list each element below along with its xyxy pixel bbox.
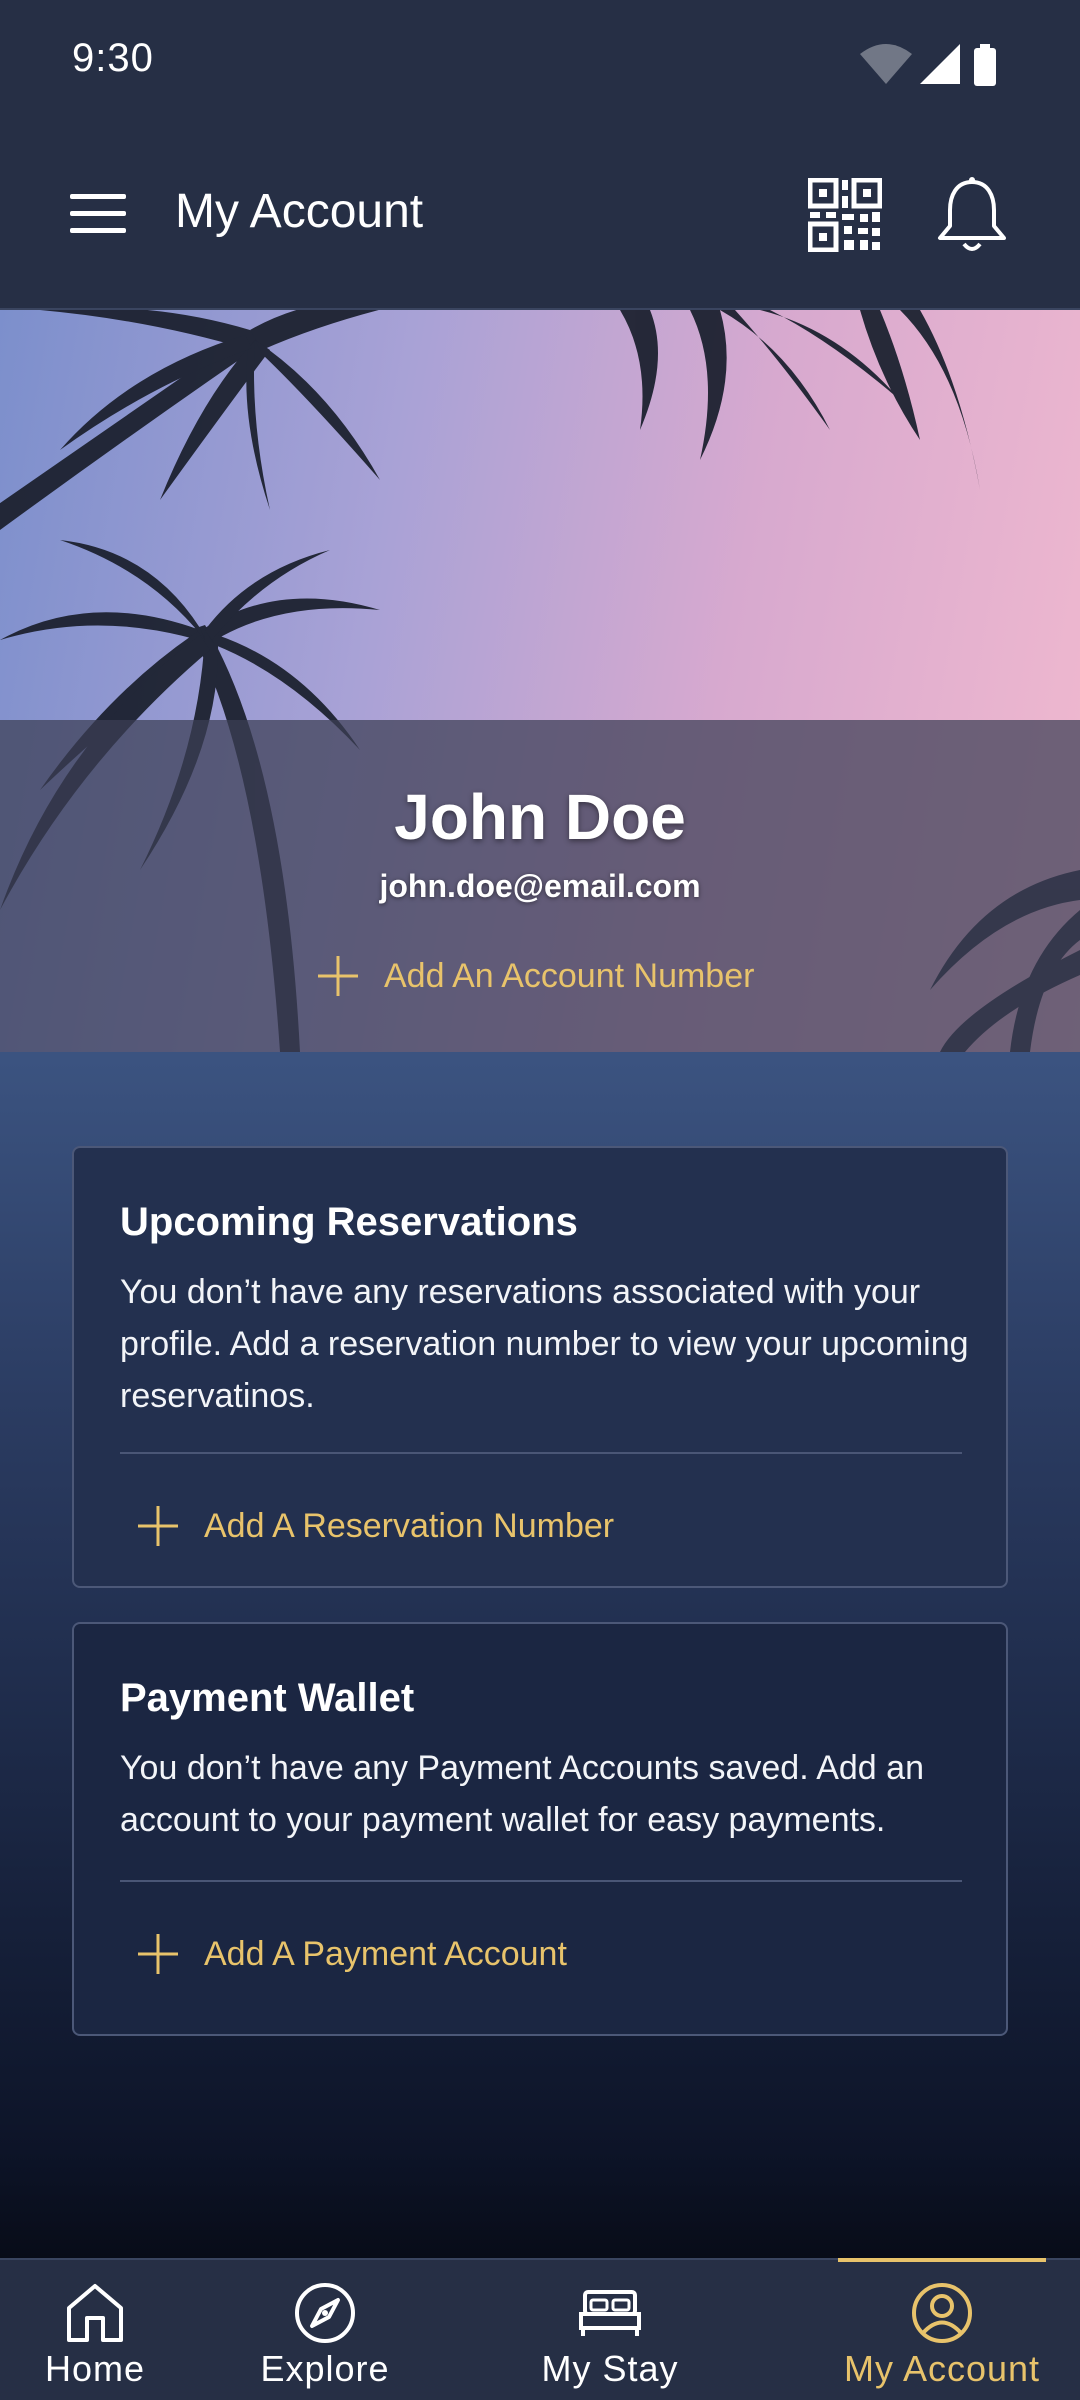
home-icon <box>67 2284 123 2342</box>
add-account-number-label: Add An Account Number <box>384 956 755 995</box>
nav-my-stay-label: My Stay <box>541 2348 679 2389</box>
add-reservation-number-button[interactable]: Add A Reservation Number <box>136 1496 614 1556</box>
reservations-title: Upcoming Reservations <box>120 1200 578 1244</box>
status-bar: 9:30 <box>0 0 1080 120</box>
battery-icon <box>974 44 996 86</box>
nav-explore[interactable]: Explore <box>230 2260 420 2400</box>
status-icons <box>860 44 996 86</box>
bottom-navigation: Home Explore My Stay My Account <box>0 2258 1080 2400</box>
payment-wallet-title: Payment Wallet <box>120 1676 415 1720</box>
add-payment-account-button[interactable]: Add A Payment Account <box>136 1924 567 1984</box>
user-circle-icon <box>912 2283 972 2343</box>
nav-my-account[interactable]: My Account <box>822 2260 1062 2400</box>
plus-icon <box>138 1934 178 1974</box>
add-payment-account-label: Add A Payment Account <box>204 1934 567 1973</box>
reservations-card: Upcoming Reservations You don’t have any… <box>72 1146 1008 1588</box>
plus-icon <box>318 956 358 996</box>
divider <box>120 1880 962 1882</box>
profile-name: John Doe <box>394 781 686 853</box>
add-account-number-button[interactable]: Add An Account Number <box>316 946 754 1006</box>
bed-icon <box>579 2290 641 2336</box>
profile-hero: John Doe john.doe@email.com Add An Accou… <box>0 310 1080 1052</box>
notification-bell-icon[interactable] <box>936 176 1008 256</box>
nav-home-label: Home <box>44 2348 146 2389</box>
wifi-icon <box>860 44 912 84</box>
nav-home[interactable]: Home <box>0 2260 190 2400</box>
divider <box>120 1452 962 1454</box>
page-title: My Account <box>175 185 424 238</box>
payment-wallet-card: Payment Wallet You don’t have any Paymen… <box>72 1622 1008 2036</box>
nav-explore-label: Explore <box>260 2348 390 2389</box>
reservations-description: You don’t have any reservations associat… <box>120 1273 969 1415</box>
signal-icon <box>920 44 960 84</box>
menu-icon[interactable] <box>70 194 126 234</box>
status-time: 9:30 <box>72 36 154 80</box>
app-bar: My Account <box>0 120 1080 310</box>
compass-icon <box>295 2283 355 2343</box>
profile-email: john.doe@email.com <box>379 868 701 904</box>
nav-my-stay[interactable]: My Stay <box>515 2260 705 2400</box>
add-reservation-number-label: Add A Reservation Number <box>204 1506 615 1545</box>
my-account-screen: 9:30 My Account John Doe john.doe@email.… <box>0 0 1080 2400</box>
nav-my-account-label: My Account <box>843 2348 1041 2389</box>
qr-code-icon[interactable] <box>808 178 882 252</box>
payment-wallet-description: You don’t have any Payment Accounts save… <box>120 1749 924 1839</box>
plus-icon <box>138 1506 178 1546</box>
